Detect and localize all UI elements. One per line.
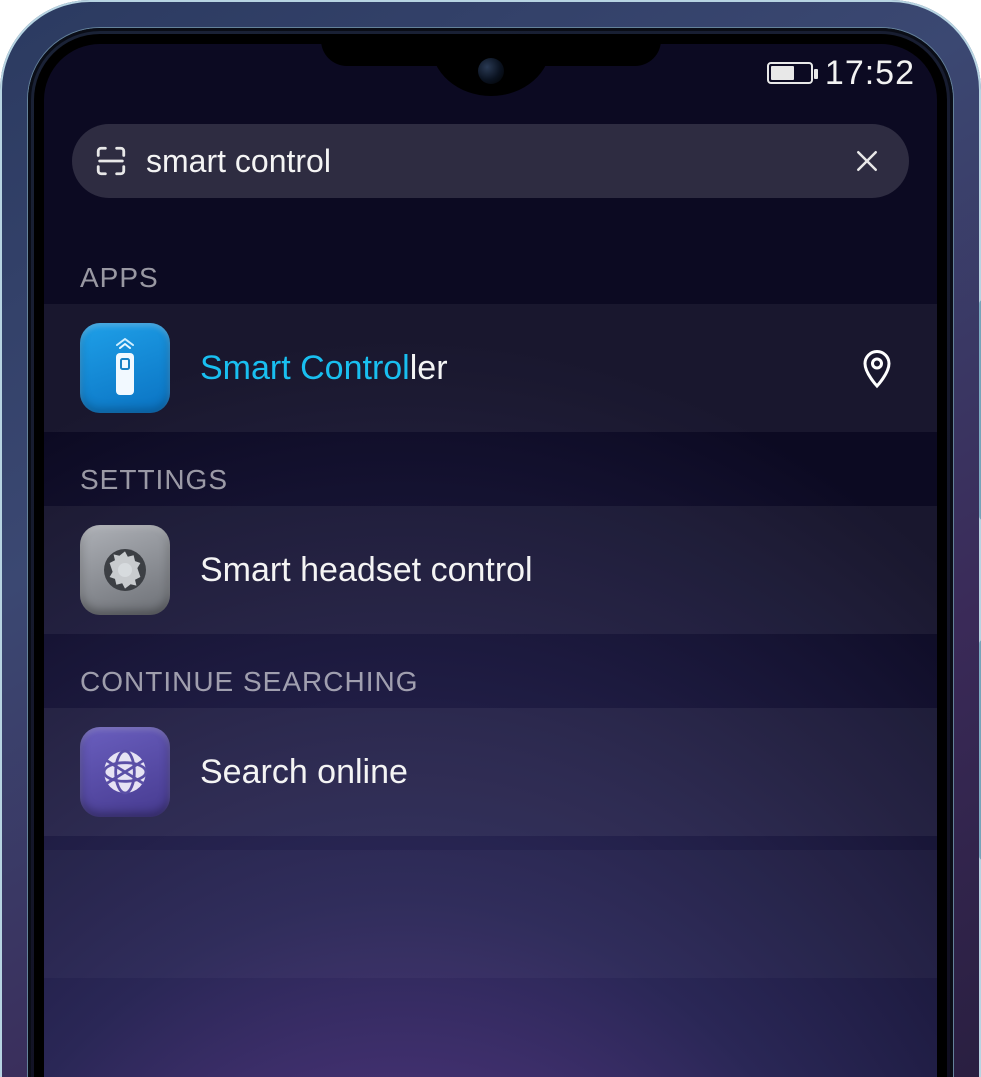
section-header-continue: CONTINUE SEARCHING	[44, 648, 937, 708]
phone-frame-inner: 17:52 smart control	[34, 34, 947, 1077]
remote-icon	[80, 323, 170, 413]
search-online[interactable]: Search online	[44, 708, 937, 836]
match-highlight: Smart Control	[200, 349, 410, 387]
results: APPS Smart Contr	[44, 244, 937, 992]
screen: 17:52 smart control	[44, 44, 937, 1077]
gear-icon	[80, 525, 170, 615]
search-online-title: Search online	[200, 753, 901, 792]
section-header-apps: APPS	[44, 244, 937, 304]
match-rest: ler	[410, 349, 448, 387]
locate-icon[interactable]	[853, 344, 901, 392]
empty-row	[44, 850, 937, 978]
clear-icon[interactable]	[847, 141, 887, 181]
search-bar[interactable]: smart control	[72, 124, 909, 198]
battery-icon	[767, 62, 813, 84]
app-result-smart-controller[interactable]: Smart Controller	[44, 304, 937, 432]
clock: 17:52	[825, 54, 915, 93]
app-result-title: Smart Controller	[200, 349, 823, 388]
front-camera	[478, 58, 504, 84]
settings-result-title: Smart headset control	[200, 551, 901, 590]
settings-result-smart-headset[interactable]: Smart headset control	[44, 506, 937, 634]
section-header-settings: SETTINGS	[44, 446, 937, 506]
status-bar: 17:52	[767, 52, 915, 94]
search-input[interactable]: smart control	[146, 143, 829, 180]
globe-icon	[80, 727, 170, 817]
phone-frame-outer: 17:52 smart control	[28, 28, 953, 1077]
phone-body: 17:52 smart control	[0, 0, 981, 1077]
scan-icon[interactable]	[94, 144, 128, 178]
viewport: 17:52 smart control	[0, 0, 981, 1077]
